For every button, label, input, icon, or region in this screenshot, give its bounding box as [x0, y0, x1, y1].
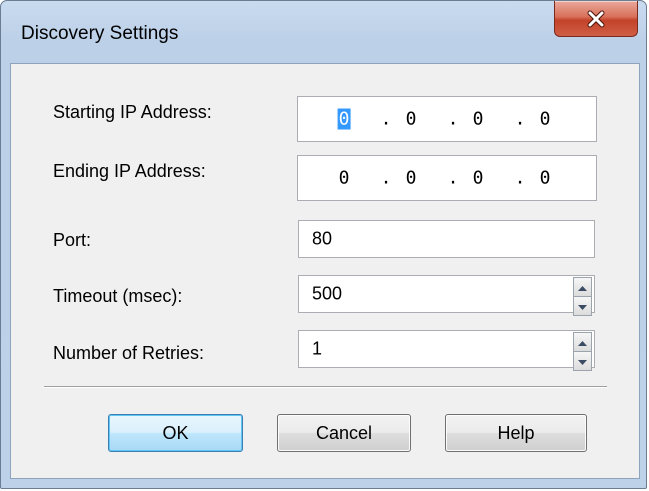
retries-spinner: [573, 332, 592, 371]
arrow-down-icon: [578, 352, 587, 370]
ending-ip-octet-1[interactable]: 0: [339, 168, 350, 189]
window-title: Discovery Settings: [21, 23, 179, 44]
retries-spinbox[interactable]: 1: [298, 330, 595, 371]
ending-ip-octet-4[interactable]: 0: [540, 168, 551, 189]
close-icon: [586, 10, 606, 28]
arrow-up-icon: [578, 278, 587, 296]
starting-ip-octet-1[interactable]: 0: [337, 108, 351, 130]
starting-ip-octet-3[interactable]: 0: [473, 109, 484, 130]
ending-ip-octet-2[interactable]: 0: [406, 168, 417, 189]
timeout-value: 500: [312, 283, 343, 304]
ok-button[interactable]: OK: [108, 414, 243, 452]
close-button[interactable]: [554, 1, 638, 37]
arrow-up-icon: [578, 333, 587, 351]
ip-dot: .: [447, 167, 459, 189]
ending-ip-octet-3[interactable]: 0: [473, 168, 484, 189]
port-input[interactable]: 80: [298, 220, 595, 258]
retries-spin-down-button[interactable]: [573, 351, 592, 371]
dialog-window: Discovery Settings Starting IP Address: …: [0, 0, 647, 489]
dialog-body: Starting IP Address: 0 . 0 . 0 . 0 Endin…: [10, 63, 640, 479]
arrow-down-icon: [578, 297, 587, 315]
port-value: 80: [312, 228, 333, 249]
separator-line: [44, 386, 607, 388]
timeout-spin-up-button[interactable]: [573, 277, 592, 297]
timeout-spinner: [573, 277, 592, 316]
ip-dot: .: [380, 108, 392, 130]
ip-dot: .: [447, 108, 459, 130]
retries-value: 1: [312, 338, 323, 359]
starting-ip-label: Starting IP Address:: [53, 102, 212, 122]
starting-ip-octet-4[interactable]: 0: [540, 109, 551, 130]
retries-label: Number of Retries:: [53, 343, 205, 363]
ip-dot: .: [514, 167, 526, 189]
starting-ip-input[interactable]: 0 . 0 . 0 . 0: [297, 96, 597, 142]
ending-ip-label: Ending IP Address:: [53, 161, 206, 181]
port-label: Port:: [53, 230, 92, 250]
ip-dot: .: [514, 108, 526, 130]
ip-dot: .: [380, 167, 392, 189]
starting-ip-octet-2[interactable]: 0: [406, 109, 417, 130]
cancel-button[interactable]: Cancel: [277, 414, 411, 452]
retries-spin-up-button[interactable]: [573, 332, 592, 352]
help-button[interactable]: Help: [445, 414, 587, 452]
timeout-label: Timeout (msec):: [53, 286, 183, 306]
timeout-spin-down-button[interactable]: [573, 296, 592, 316]
timeout-spinbox[interactable]: 500: [298, 275, 595, 316]
ending-ip-input[interactable]: 0 . 0 . 0 . 0: [297, 155, 597, 201]
